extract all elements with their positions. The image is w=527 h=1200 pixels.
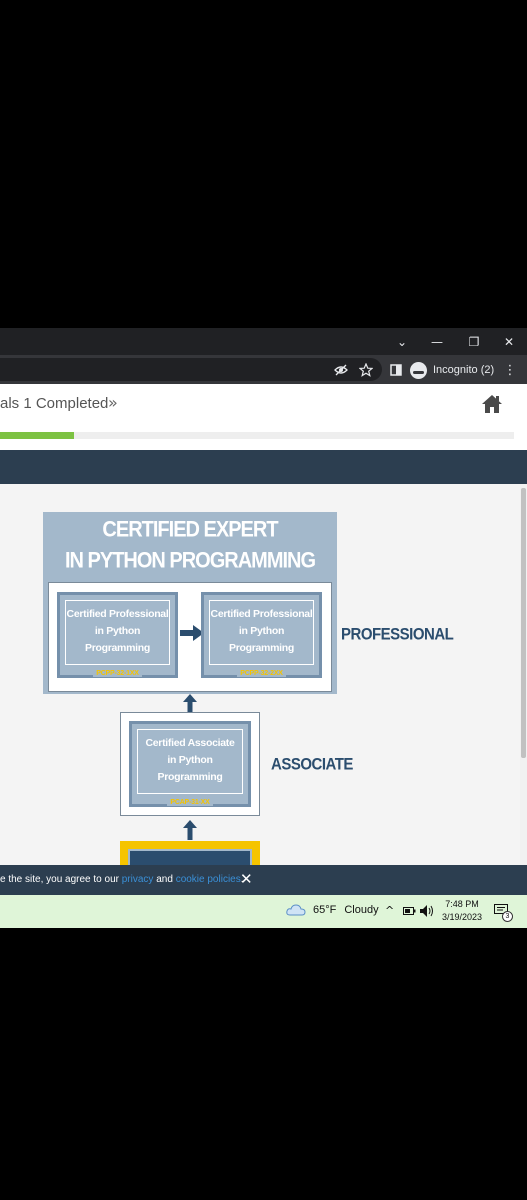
clock-time: 7:48 PM: [445, 899, 479, 909]
notification-badge: 3: [502, 911, 513, 922]
pcpp1-cert-card: Certified Professional in Python Program…: [57, 592, 178, 678]
arrow-up-icon: [183, 820, 197, 840]
windows-taskbar: 65°F Cloudy ^ 7:48 PM 3/19/2023 3: [0, 895, 527, 928]
cert-line: Programming: [157, 771, 223, 783]
notification-center-button[interactable]: 3: [494, 903, 513, 922]
cookie-text: e the site, you agree to our privacy and…: [0, 874, 244, 885]
restore-button[interactable]: ❐: [455, 328, 493, 355]
professional-level-label: PROFESSIONAL: [341, 625, 454, 644]
battery-icon[interactable]: [403, 907, 416, 915]
incognito-icon: [410, 361, 427, 379]
pcpp2-cert-card: Certified Professional in Python Program…: [201, 592, 322, 678]
cloud-icon: [286, 904, 306, 916]
profile-label: Incognito (2): [433, 364, 495, 376]
expert-title-line2: IN PYTHON PROGRAMMING: [64, 548, 316, 574]
progress-bar: [0, 432, 514, 439]
expert-certification-box: CERTIFIED EXPERT IN PYTHON PROGRAMMING C…: [43, 512, 337, 694]
cert-line: Certified Professional: [66, 608, 169, 620]
minimize-button[interactable]: —: [418, 328, 456, 355]
cookie-policies-link[interactable]: cookie policies: [176, 874, 241, 885]
cert-line: in Python: [94, 625, 141, 637]
professional-panel: Certified Professional in Python Program…: [48, 582, 332, 692]
address-bar[interactable]: [0, 358, 382, 381]
system-clock[interactable]: 7:48 PM 3/19/2023: [437, 898, 487, 924]
content-header-band: [0, 450, 527, 484]
weather-widget[interactable]: 65°F Cloudy: [286, 904, 379, 916]
scrollbar-thumb[interactable]: [521, 488, 526, 758]
cert-line: Certified Professional: [210, 608, 313, 620]
cert-line: Certified Associate: [145, 737, 235, 749]
weather-desc: Cloudy: [344, 904, 379, 916]
bookmark-star-icon[interactable]: [356, 360, 376, 380]
home-icon[interactable]: [481, 394, 503, 414]
cert-code: PCAP-31-XX: [132, 799, 248, 806]
weather-temp: 65°F: [313, 904, 337, 916]
cert-line: in Python: [167, 754, 213, 766]
close-window-button[interactable]: ✕: [490, 328, 527, 355]
chrome-menu-icon[interactable]: ⋮: [500, 360, 520, 380]
cookie-consent-bar: e the site, you agree to our privacy and…: [0, 865, 527, 895]
pcap-cert-card: Certified Associate in Python Programmin…: [129, 721, 251, 807]
tray-chevron-icon[interactable]: ^: [385, 904, 394, 917]
progress-fill: [0, 432, 74, 439]
lesson-content: CERTIFIED EXPERT IN PYTHON PROGRAMMING C…: [0, 484, 520, 865]
eye-slash-icon[interactable]: [331, 360, 351, 380]
screen: ⌄ — ❐ ✕ Incognito (2) ⋮ als 1 Completed …: [0, 328, 527, 928]
lesson-header: als 1 Completed »: [0, 384, 527, 450]
cert-line: in Python: [238, 625, 285, 637]
privacy-link[interactable]: privacy: [122, 874, 154, 885]
clock-date: 3/19/2023: [441, 912, 483, 922]
cert-code: PCPP-32-2XX: [204, 670, 319, 677]
cert-code: PCPP-32-1XX: [60, 670, 175, 677]
browser-toolbar: Incognito (2) ⋮: [0, 355, 527, 384]
scrollbar[interactable]: [520, 484, 527, 865]
volume-icon[interactable]: [420, 905, 434, 917]
entry-level-panel: [120, 841, 260, 865]
side-panel-icon[interactable]: [386, 360, 406, 380]
cookie-close-button[interactable]: ✕: [240, 870, 253, 888]
arrow-up-icon: [183, 694, 197, 712]
lesson-status-text: als 1 Completed: [0, 395, 109, 412]
incognito-profile-button[interactable]: Incognito (2): [410, 359, 494, 381]
associate-level-label: ASSOCIATE: [271, 755, 353, 774]
cert-line: Programming: [229, 642, 294, 654]
cert-line: Programming: [85, 642, 150, 654]
associate-panel: Certified Associate in Python Programmin…: [120, 712, 260, 816]
entry-cert-card: [128, 849, 252, 865]
tab-search-icon[interactable]: ⌄: [383, 328, 421, 355]
next-chevron-icon[interactable]: »: [108, 393, 118, 412]
browser-titlebar: ⌄ — ❐ ✕: [0, 328, 527, 355]
expert-title-line1: CERTIFIED EXPERT: [102, 517, 278, 543]
